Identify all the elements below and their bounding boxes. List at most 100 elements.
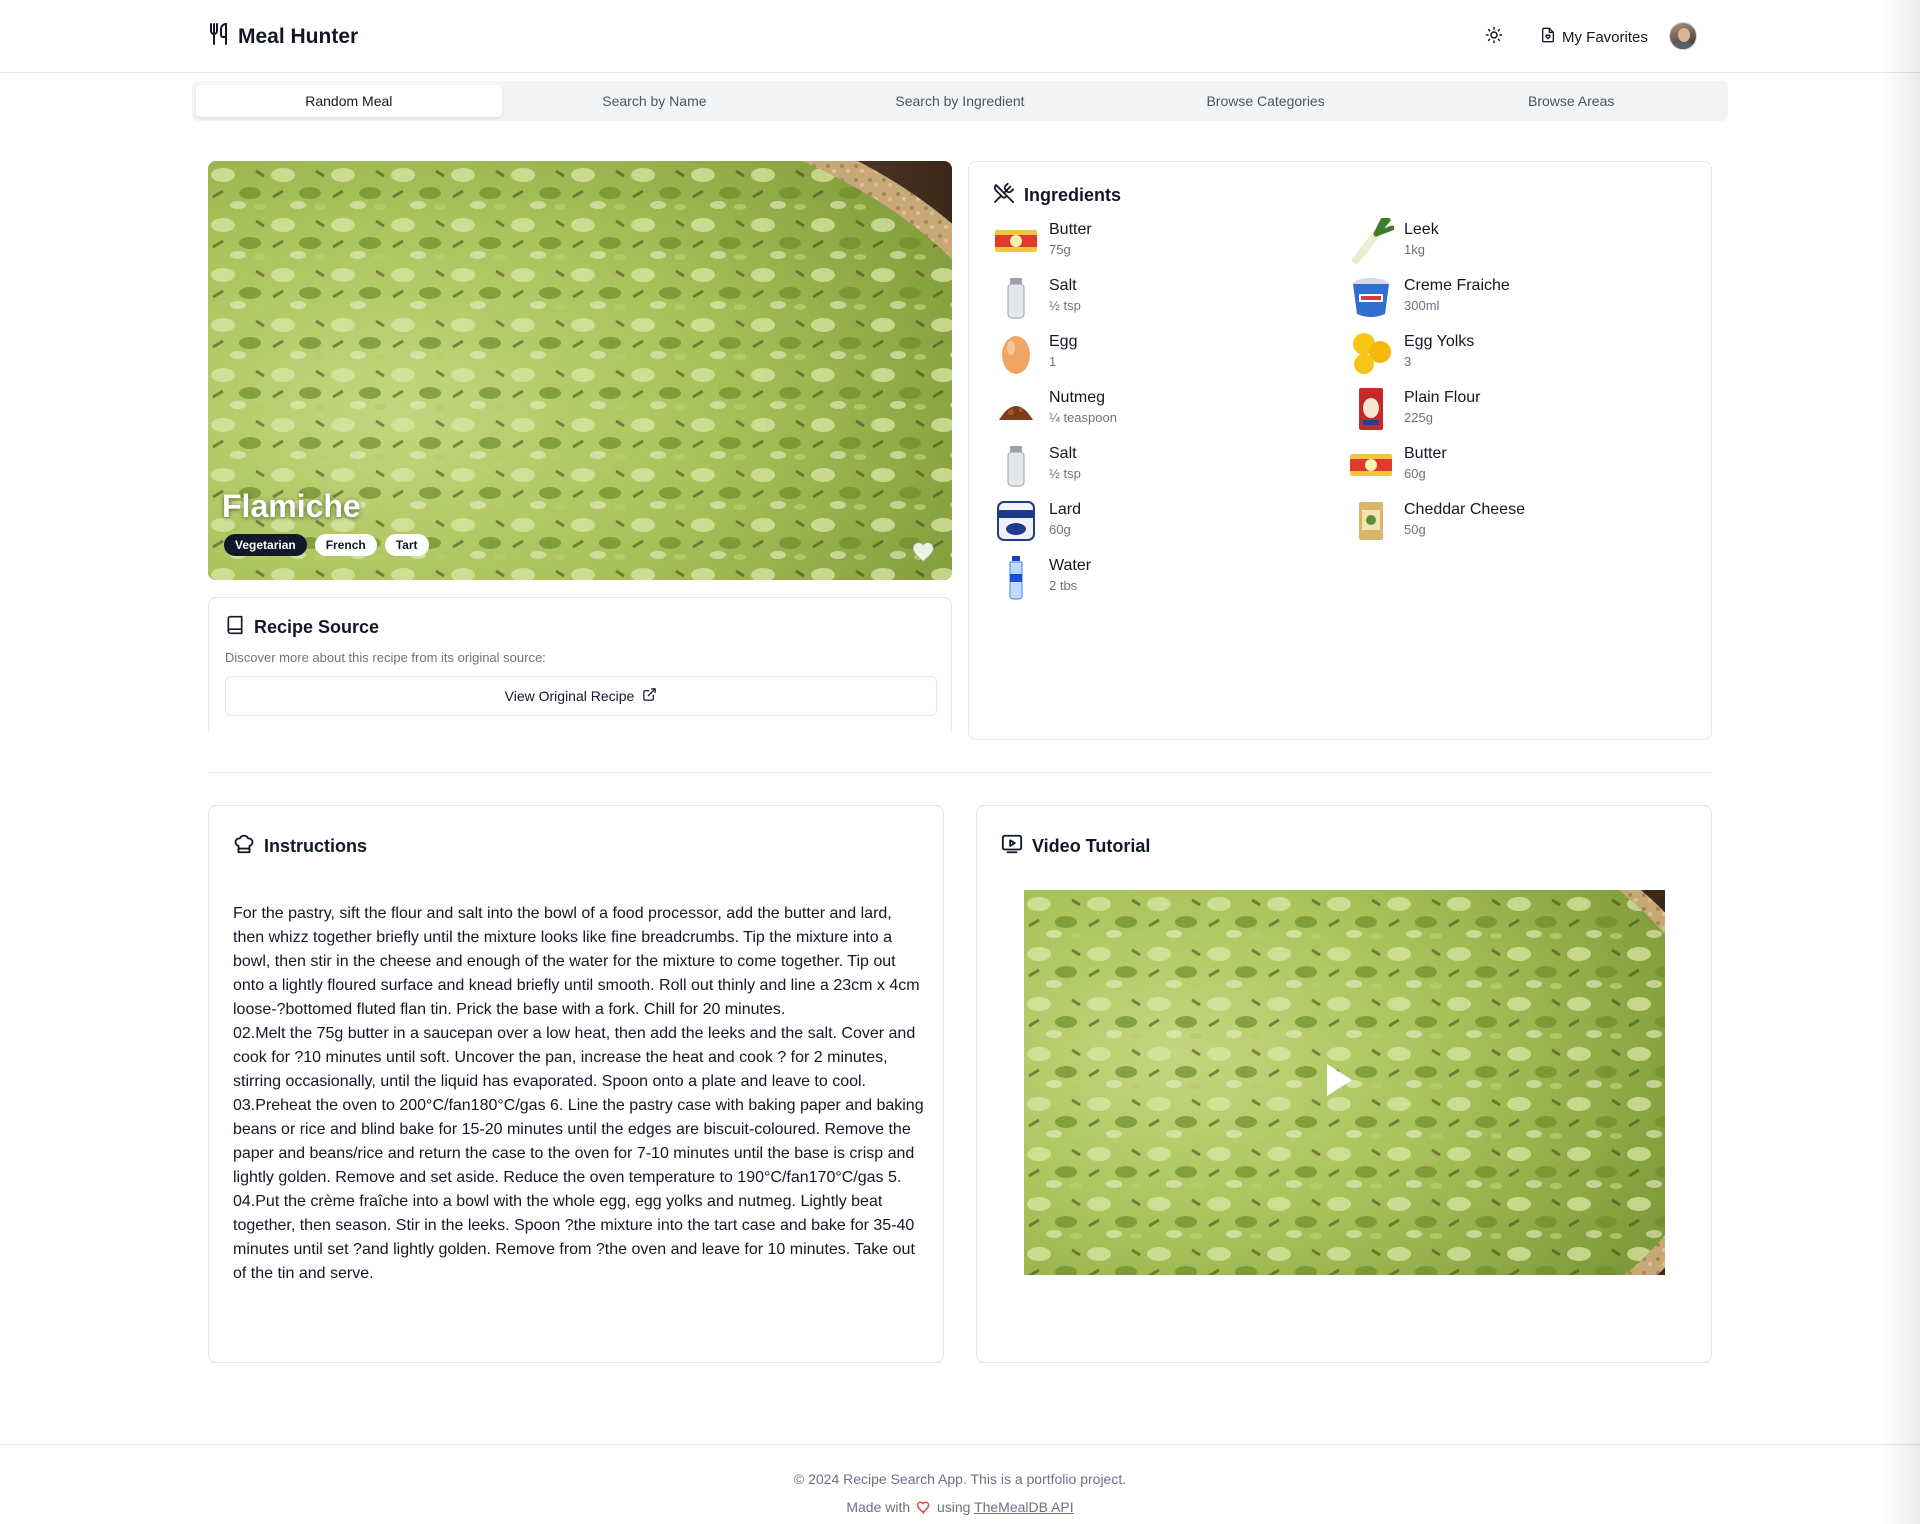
instructions-title: Instructions bbox=[264, 836, 368, 856]
user-avatar[interactable] bbox=[1669, 22, 1697, 50]
tab-search-by-ingredient[interactable]: Search by Ingredient bbox=[807, 85, 1113, 117]
tag-category: Vegetarian bbox=[224, 534, 307, 556]
brand[interactable]: Meal Hunter bbox=[208, 22, 358, 51]
heart-icon bbox=[911, 542, 937, 567]
ingredient-name: Leek bbox=[1404, 221, 1439, 238]
footer-using: using bbox=[936, 1499, 971, 1515]
ingredient-measure: 2 tbs bbox=[1049, 578, 1078, 593]
video-title: Video Tutorial bbox=[1032, 836, 1151, 856]
video-player[interactable] bbox=[1024, 890, 1665, 1275]
ingredient-measure: 300ml bbox=[1404, 298, 1440, 313]
ingredient-item: Leek 1kg bbox=[1348, 215, 1693, 274]
leek-icon bbox=[1348, 215, 1395, 264]
ingredient-item: Butter 60g bbox=[1348, 442, 1693, 498]
utensils-crossed-icon bbox=[993, 182, 1015, 209]
chef-hat-icon bbox=[233, 833, 255, 860]
ingredient-name: Cheddar Cheese bbox=[1404, 501, 1525, 518]
lard-icon bbox=[993, 498, 1039, 544]
avatar-face bbox=[1678, 28, 1690, 42]
utensils-icon bbox=[208, 22, 230, 51]
ingredient-measure: 75g bbox=[1049, 242, 1071, 257]
ingredient-item: Salt ½ tsp bbox=[993, 442, 1348, 498]
ingredient-name: Lard bbox=[1049, 501, 1082, 518]
salt-icon bbox=[993, 442, 1039, 488]
recipe-source-card: Recipe Source Discover more about this r… bbox=[208, 597, 952, 731]
top-header: Meal Hunter My Favorites bbox=[0, 0, 1920, 73]
creme-fraiche-icon bbox=[1348, 274, 1394, 320]
my-favorites-label: My Favorites bbox=[1562, 28, 1648, 46]
footer-made-with: Made with bbox=[846, 1499, 911, 1515]
instructions-heading: Instructions bbox=[233, 833, 367, 860]
nutmeg-icon bbox=[993, 386, 1039, 432]
heart-icon bbox=[916, 1500, 931, 1517]
recipe-source-description: Discover more about this recipe from its… bbox=[225, 650, 546, 665]
ingredient-name: Butter bbox=[1049, 221, 1092, 238]
ingredient-name: Egg bbox=[1049, 333, 1078, 350]
ingredient-item: Egg Yolks 3 bbox=[1348, 330, 1693, 386]
ingredient-name: Salt bbox=[1049, 277, 1077, 294]
book-icon bbox=[225, 614, 245, 641]
ingredient-item: Egg 1 bbox=[993, 330, 1348, 386]
view-original-recipe-label: View Original Recipe bbox=[504, 688, 635, 704]
favorite-heart-button[interactable] bbox=[911, 539, 939, 565]
footer-copyright: © 2024 Recipe Search App. This is a port… bbox=[793, 1471, 1127, 1487]
salt-icon bbox=[993, 274, 1039, 320]
tab-search-by-name[interactable]: Search by Name bbox=[502, 85, 808, 117]
section-divider bbox=[208, 772, 1712, 773]
ingredient-item: Creme Fraiche 300ml bbox=[1348, 274, 1693, 330]
ingredient-name: Plain Flour bbox=[1404, 389, 1481, 406]
my-favorites-button[interactable]: My Favorites bbox=[1540, 22, 1648, 52]
external-link-icon bbox=[642, 687, 657, 705]
ingredient-measure: 50g bbox=[1404, 522, 1426, 537]
video-icon bbox=[1001, 833, 1023, 860]
play-icon[interactable] bbox=[1324, 1062, 1354, 1103]
themealdb-api-link[interactable]: TheMealDB API bbox=[974, 1499, 1074, 1515]
ingredient-item: Lard 60g bbox=[993, 498, 1348, 554]
ingredient-item: Nutmeg ¼ teaspoon bbox=[993, 386, 1348, 442]
ingredients-heading: Ingredients bbox=[993, 182, 1121, 209]
view-original-recipe-button[interactable]: View Original Recipe bbox=[225, 676, 937, 716]
ingredient-measure: 60g bbox=[1404, 466, 1426, 481]
tab-browse-categories[interactable]: Browse Categories bbox=[1113, 85, 1419, 117]
nav-tabs: Random Meal Search by Name Search by Ing… bbox=[192, 81, 1728, 121]
ingredient-name: Butter bbox=[1404, 445, 1447, 462]
instructions-text: For the pastry, sift the flour and salt … bbox=[233, 905, 924, 1282]
ingredient-item: Butter 75g bbox=[993, 218, 1348, 274]
ingredient-name: Water bbox=[1049, 557, 1092, 574]
ingredient-item: Water 2 tbs bbox=[993, 554, 1348, 610]
cheddar-icon bbox=[1348, 498, 1394, 544]
video-heading: Video Tutorial bbox=[1001, 833, 1150, 860]
meal-tags: Vegetarian French Tart bbox=[224, 534, 429, 556]
ingredient-item: Salt ½ tsp bbox=[993, 274, 1348, 330]
edge-shadow bbox=[1880, 0, 1920, 1524]
ingredient-measure: ½ tsp bbox=[1049, 298, 1081, 313]
ingredient-name: Salt bbox=[1049, 445, 1077, 462]
recipe-source-title: Recipe Source bbox=[254, 617, 380, 637]
butter-icon bbox=[993, 218, 1039, 264]
sun-icon bbox=[1485, 26, 1503, 49]
water-icon bbox=[993, 554, 1039, 600]
ingredient-measure: 225g bbox=[1404, 410, 1433, 425]
meal-hero: Flamiche Vegetarian French Tart bbox=[208, 161, 952, 580]
ingredient-name: Nutmeg bbox=[1049, 389, 1106, 406]
tab-browse-areas[interactable]: Browse Areas bbox=[1418, 85, 1724, 117]
theme-toggle-button[interactable] bbox=[1478, 21, 1510, 53]
ingredient-measure: ½ tsp bbox=[1049, 466, 1081, 481]
butter-icon bbox=[1348, 442, 1394, 488]
tag-keyword: Tart bbox=[384, 534, 429, 556]
ingredients-list: Butter 75g Leek 1kg Salt ½ tsp Creme Fraich… bbox=[993, 215, 1693, 610]
avatar-body bbox=[1673, 42, 1695, 49]
ingredient-measure: 1 bbox=[1049, 354, 1057, 369]
ingredient-measure: 3 bbox=[1404, 354, 1412, 369]
tab-random-meal[interactable]: Random Meal bbox=[196, 85, 502, 117]
egg-icon bbox=[993, 330, 1039, 376]
ingredient-item: Plain Flour 225g bbox=[1348, 386, 1693, 442]
meal-title: Flamiche bbox=[222, 488, 361, 524]
egg-yolks-icon bbox=[1348, 330, 1394, 376]
tag-area: French bbox=[314, 534, 377, 556]
footer: © 2024 Recipe Search App. This is a port… bbox=[0, 1444, 1920, 1524]
ingredient-name: Creme Fraiche bbox=[1404, 277, 1510, 294]
flour-icon bbox=[1348, 386, 1394, 432]
favorites-icon bbox=[1540, 27, 1556, 47]
instructions-card: Instructions For the pastry, sift the fl… bbox=[208, 805, 944, 1363]
